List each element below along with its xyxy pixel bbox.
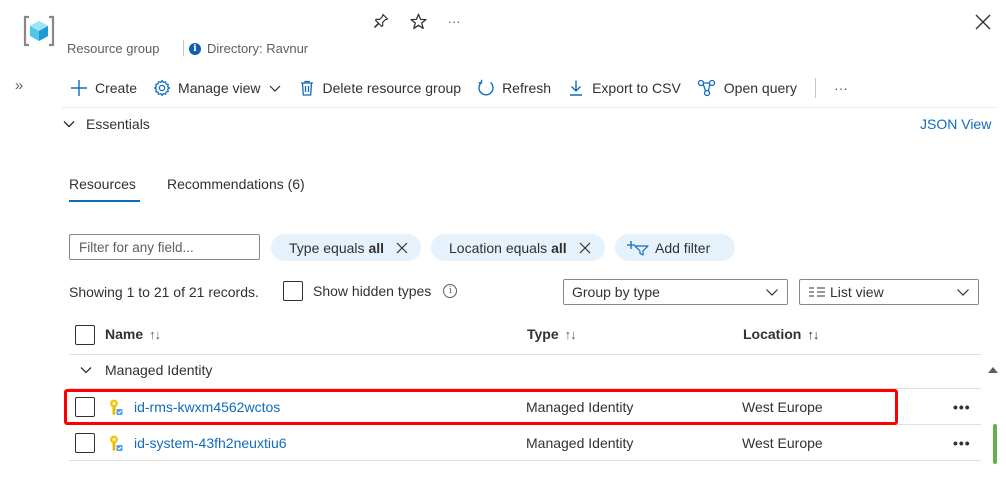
create-label: Create [95,80,138,96]
close-icon[interactable] [577,240,593,256]
refresh-label: Refresh [502,80,552,96]
sort-icon: ↑↓ [807,326,819,342]
gear-icon [153,79,171,97]
close-icon[interactable] [972,11,994,33]
scrollbar-thumb[interactable] [993,424,997,464]
column-type-label: Type [527,326,559,342]
resource-name-link[interactable]: id-rms-kwxm4562wctos [134,399,280,415]
header-divider-line [69,354,981,355]
create-button[interactable]: Create [62,72,145,104]
chevron-down-icon [80,367,92,374]
scroll-up-arrow[interactable] [987,362,999,373]
group-by-dropdown[interactable]: Group by type [563,279,788,305]
column-location-label: Location [743,326,802,342]
type-filter-prefix: Type equals [289,239,365,256]
directory-info: i Directory: Ravnur [189,41,308,56]
resource-type: Managed Identity [526,435,634,451]
row-more-button[interactable]: ••• [953,399,971,415]
resource-location: West Europe [742,435,823,451]
export-csv-button[interactable]: Export to CSV [559,72,689,104]
table-row[interactable]: id-rms-kwxm4562wctos Managed Identity We… [69,390,981,424]
header-more-button[interactable]: ··· [444,11,464,31]
managed-identity-icon [110,399,123,415]
json-view-link[interactable]: JSON View [920,116,991,132]
pin-icon[interactable] [371,11,391,31]
records-summary: Showing 1 to 21 of 21 records. [69,284,259,300]
tab-recommendations[interactable]: Recommendations (6) [167,176,305,192]
toolbar-more-button[interactable]: ··· [826,72,856,104]
close-icon[interactable] [394,240,410,256]
expand-sidebar-icon[interactable]: » [9,77,29,94]
open-query-label: Open query [723,80,797,96]
essentials-toggle[interactable]: Essentials [62,116,150,132]
select-all-checkbox[interactable] [75,325,95,345]
manage-view-button[interactable]: Manage view [145,72,290,104]
group-by-value: Group by type [572,284,660,300]
manage-view-label: Manage view [178,80,261,96]
info-icon: i [189,42,201,55]
location-filter-value: all [551,239,567,256]
open-query-button[interactable]: Open query [689,72,805,104]
directory-label: Directory: Ravnur [207,41,309,56]
chevron-down-icon [63,121,75,128]
view-mode-dropdown[interactable]: List view [799,279,979,305]
resource-group-icon [22,14,56,48]
sort-icon: ↑↓ [149,326,161,342]
active-tab-indicator [69,200,140,202]
command-bar: Create Manage view Delete resource group… [62,72,856,104]
refresh-button[interactable]: Refresh [469,72,559,104]
add-filter-label: Add filter [655,239,711,256]
delete-label: Delete resource group [322,80,462,96]
type-filter-value: all [368,239,385,256]
resource-type: Managed Identity [526,399,634,415]
chevron-down-icon [766,289,778,296]
column-header-location[interactable]: Location ↑↓ [743,326,819,342]
export-label: Export to CSV [592,80,681,96]
row-divider [69,424,981,425]
group-header-managed-identity[interactable]: Managed Identity [69,362,212,378]
sort-icon: ↑↓ [564,326,577,342]
table-row[interactable]: id-system-43fh2neuxtiu6 Managed Identity… [69,426,981,460]
trash-icon [300,80,313,96]
resource-name-link[interactable]: id-system-43fh2neuxtiu6 [134,435,287,451]
chevron-down-icon [957,289,969,296]
resource-type-label: Resource group [67,41,160,56]
view-mode-value: List view [830,284,884,300]
resource-location: West Europe [742,399,823,415]
view-mode-display: List view [808,284,884,300]
show-hidden-label: Show hidden types [313,283,432,299]
row-more-button[interactable]: ••• [953,435,971,451]
column-header-type[interactable]: Type ↑↓ [527,326,577,342]
essentials-label: Essentials [86,116,150,132]
download-icon [570,80,583,96]
info-icon[interactable]: i [443,284,458,298]
column-header-name[interactable]: Name ↑↓ [105,326,161,342]
toolbar-divider-line [62,107,996,108]
plus-icon [71,80,87,96]
toolbar-divider [814,78,816,98]
header-divider [183,40,184,56]
chevron-down-icon [269,85,280,92]
add-filter-button[interactable]: Add filter [615,234,735,261]
tab-resources[interactable]: Resources [69,176,136,192]
row-divider [69,388,981,389]
row-checkbox[interactable] [75,397,95,417]
row-checkbox[interactable] [75,433,95,453]
filter-input[interactable] [69,234,260,260]
refresh-icon [478,79,494,96]
location-filter-pill[interactable]: Location equals all [431,234,605,261]
group-label: Managed Identity [105,362,213,378]
list-view-icon [809,287,825,297]
show-hidden-types: Show hidden types i [283,281,458,301]
favorite-star-icon[interactable] [408,11,428,31]
query-graph-icon [697,79,715,97]
show-hidden-checkbox[interactable] [283,281,303,301]
managed-identity-icon [110,435,123,451]
column-name-label: Name [105,326,144,342]
add-filter-icon [627,240,649,256]
location-filter-prefix: Location equals [449,239,548,256]
delete-resource-group-button[interactable]: Delete resource group [290,72,470,104]
row-divider [69,460,981,461]
type-filter-pill[interactable]: Type equals all [271,234,421,261]
